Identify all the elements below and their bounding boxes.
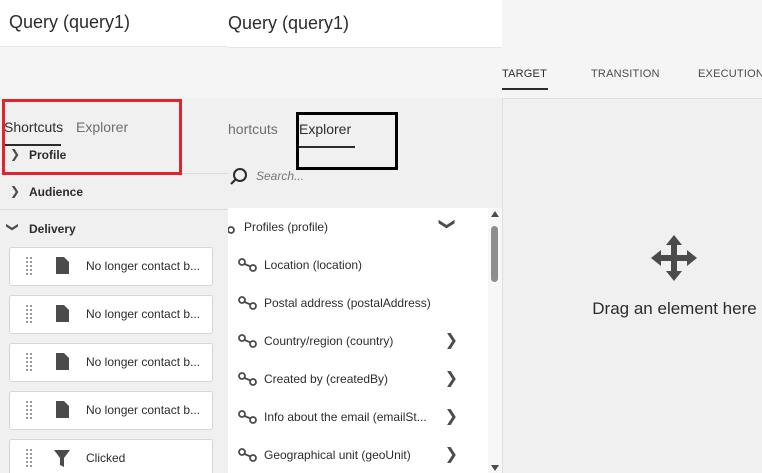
tree-node[interactable]: Postal address (postalAddress) (228, 284, 486, 322)
middle-title-bar: Query (query1) (228, 0, 502, 48)
shortcut-item-label: No longer contact b... (86, 307, 201, 321)
filter-icon (54, 450, 70, 467)
middle-explorer-panel: Query (query1) hortcuts Explorer Profile… (228, 0, 502, 473)
shortcut-item-label: Clicked (86, 451, 126, 465)
shortcut-item-label: No longer contact b... (86, 403, 201, 417)
shortcut-item[interactable]: Clicked (9, 439, 213, 473)
drag-handle-icon[interactable] (26, 305, 32, 323)
red-highlight-box (2, 99, 182, 175)
document-icon (56, 401, 69, 418)
scrollbar-thumb[interactable] (491, 226, 498, 282)
tree-node-label: Profiles (profile) (244, 220, 329, 234)
tree-node[interactable]: Country/region (country) ❯ (228, 322, 486, 360)
chevron-right-icon[interactable]: ❯ (445, 330, 458, 350)
document-icon (56, 353, 69, 370)
section-audience[interactable]: ❯ Audience (0, 179, 228, 205)
drop-hint: Drag an element here (592, 299, 757, 318)
tab-execution[interactable]: EXECUTION (698, 68, 762, 80)
drag-handle-icon[interactable] (26, 449, 32, 467)
scroll-up-icon[interactable] (491, 210, 499, 218)
middle-tab-shortcuts[interactable]: hortcuts (228, 121, 278, 137)
middle-query-title: Query (query1) (228, 13, 350, 33)
tree-node-label: Location (location) (264, 258, 363, 272)
link-icon (238, 334, 257, 348)
tree-node-profiles[interactable]: Profiles (profile) ❯ (228, 208, 486, 246)
chevron-right-icon: ❯ (10, 184, 21, 198)
drop-zone[interactable] (502, 99, 762, 473)
section-delivery-label: Delivery (29, 222, 76, 236)
drag-handle-icon[interactable] (26, 401, 32, 419)
tab-transition[interactable]: TRANSITION (591, 68, 660, 80)
chevron-right-icon[interactable]: ❯ (445, 406, 458, 426)
shortcut-item[interactable]: No longer contact b... (9, 247, 213, 286)
chevron-right-icon[interactable]: ❯ (445, 444, 458, 464)
black-highlight-box (296, 112, 398, 170)
scroll-down-icon[interactable] (491, 464, 499, 472)
left-title-bar: Query (query1) (0, 0, 228, 47)
link-icon (238, 258, 257, 272)
section-audience-label: Audience (29, 185, 84, 199)
shortcut-item[interactable]: No longer contact b... (9, 295, 213, 334)
search-icon (230, 168, 247, 185)
chevron-down-icon[interactable]: ❯ (437, 217, 457, 230)
tree-node[interactable]: Created by (createdBy) ❯ (228, 360, 486, 398)
link-icon (238, 372, 257, 386)
link-icon (238, 448, 257, 462)
tree-node-label: Country/region (country) (264, 334, 394, 348)
shortcut-item-label: No longer contact b... (86, 355, 201, 369)
drag-handle-icon[interactable] (26, 257, 32, 275)
left-query-title: Query (query1) (9, 12, 131, 32)
tree-node-label: Postal address (postalAddress) (264, 296, 431, 310)
move-icon (651, 235, 697, 281)
tree-node-label: Info about the email (emailSt... (264, 410, 427, 424)
left-query-panel: Query (query1) Shortcuts Explorer ❯ Prof… (0, 0, 228, 473)
tree-node[interactable]: Location (location) (228, 246, 486, 284)
drag-handle-icon[interactable] (26, 353, 32, 371)
link-icon (238, 410, 257, 424)
search-input[interactable] (254, 168, 458, 184)
tree-node-label: Geographical unit (geoUnit) (264, 448, 411, 462)
chevron-down-icon: ❯ (6, 221, 21, 233)
properties-tabs: TARGET TRANSITION EXECUTION (502, 48, 762, 99)
tree-node[interactable]: Geographical unit (geoUnit) ❯ (228, 436, 486, 473)
tree-node[interactable]: Info about the email (emailSt... ❯ (228, 398, 486, 436)
link-icon (228, 226, 235, 234)
shortcut-item-label: No longer contact b... (86, 259, 201, 273)
tab-target-underline (502, 88, 548, 90)
shortcut-item[interactable]: No longer contact b... (9, 343, 213, 382)
right-properties-panel: TARGET TRANSITION EXECUTION Drag an elem… (502, 0, 762, 473)
shortcut-item[interactable]: No longer contact b... (9, 391, 213, 430)
divider (0, 209, 228, 210)
section-delivery[interactable]: ❯ Delivery (0, 216, 228, 242)
tree-node-label: Created by (createdBy) (264, 372, 389, 386)
document-icon (56, 305, 69, 322)
chevron-right-icon[interactable]: ❯ (445, 368, 458, 388)
document-icon (56, 257, 69, 274)
tab-target[interactable]: TARGET (502, 68, 547, 80)
link-icon (238, 296, 257, 310)
